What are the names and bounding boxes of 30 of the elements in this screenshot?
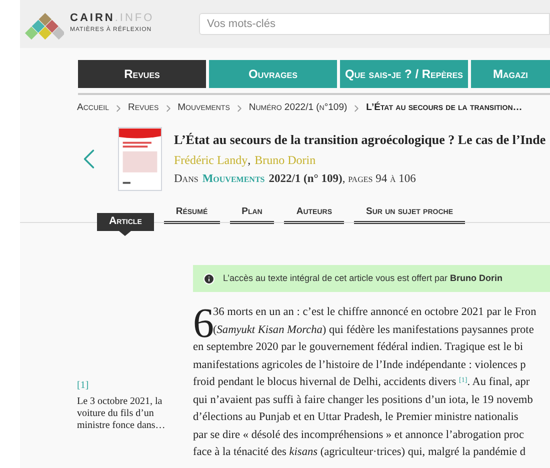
section-tab[interactable]: Auteurs	[284, 204, 344, 224]
body-text-line: face à la ténacité des kisans (agriculteur·trices) qui, malgré la pandémie d	[193, 446, 526, 458]
article-title: L’État au secours de la transition agroécologique ? Le cas de l’Inde	[174, 130, 546, 149]
drop-cap: 6	[193, 306, 214, 342]
section-tab[interactable]: Résumé	[164, 204, 220, 224]
notice-text: L’accès au texte intégral de cet article vous est offert par Bruno Dorin	[223, 272, 502, 285]
pages-text: , pages 94 à 106	[342, 172, 416, 188]
body-text-line: en septembre 2020 par le gouvernement fédéral indien. Tragique est le bi	[193, 341, 524, 353]
tab-pointer	[119, 231, 132, 236]
body-text-line: froid pendant le blocus hivernal de Delhi, accidents divers $^{[1]}$. Au final, apr	[193, 376, 530, 388]
breadcrumb-link[interactable]: Numéro 2022/1 (n°109)	[248, 100, 348, 116]
issue-text: 2022/1 (n° 109)	[268, 172, 342, 188]
breadcrumb-link[interactable]: Revues	[128, 100, 159, 116]
breadcrumb-link[interactable]: Accueil	[77, 100, 110, 116]
body-text-line: par se dire « désolé des incompréhensions » et annonce l’abrogation proc	[193, 428, 524, 440]
info-icon	[203, 272, 215, 284]
author-separator: ,	[248, 152, 251, 170]
body-text-line: (Samyukt Kisan Morcha) qui fédère les manifestations paysannes prote	[213, 324, 534, 336]
footnote-preview: Le 3 octobre 2021, la voiture du fils d’un ministre fonce dans…	[77, 396, 166, 432]
body-text-line: d’élections au Punjab et en Uttar Pradesh, le Premier ministre nationalis	[193, 411, 518, 423]
breadcrumb-link[interactable]: L’État au secours de la transition…	[366, 100, 522, 116]
body-text-line: 36 morts en un an : c’est le chiffre annoncé en octobre 2021 par le Fron	[213, 306, 536, 318]
body-text-line: manifestations agricoles de l’histoire de l’Inde indépendante : violences p	[193, 358, 526, 370]
breadcrumb-link[interactable]: Mouvements	[178, 100, 230, 116]
section-tab[interactable]: Sur un sujet proche	[354, 204, 465, 224]
search-field[interactable]: Vos mots-clés	[199, 13, 550, 35]
in-label: Dans	[174, 172, 198, 188]
nav-tab[interactable]: Revues	[78, 60, 206, 88]
section-tab[interactable]: Plan	[230, 204, 274, 224]
body-text-line: qui n’avaient pas suffi à faire changer les positions d’un iota, le 19 novemb	[193, 394, 533, 406]
